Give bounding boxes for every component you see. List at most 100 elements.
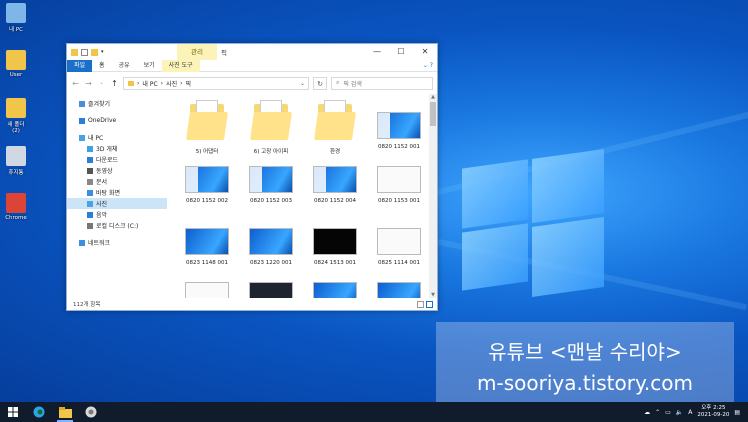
navigation-pane: 즐겨찾기 OneDrive 내 PC 3D 개체다운로드 동영상 문서 바탕 화면사진 음악 로… [67, 94, 167, 298]
scroll-thumb[interactable] [430, 102, 436, 126]
details-view-icon[interactable] [417, 301, 424, 308]
video-icon [87, 167, 93, 174]
desktop-icon-label: Chrome [5, 215, 27, 221]
scroll-up-icon[interactable]: ▲ [429, 94, 437, 100]
folder-item[interactable]: 6) 고장 아이피 [243, 100, 299, 155]
file-explorer-window[interactable]: ▾ 관리 픽 — ☐ ✕ 파일 홈 공유 보기 사진 도구 ⌄ ? ← → ⌄ … [66, 43, 438, 311]
close-button[interactable]: ✕ [413, 44, 437, 60]
nav-item-label: 즐겨찾기 [88, 101, 111, 108]
folder-icon [250, 100, 292, 142]
network-icon[interactable]: ▭ [665, 409, 671, 416]
search-icon: ⌕ [336, 79, 340, 86]
back-icon[interactable]: ← [71, 79, 80, 88]
large-icons-view-icon[interactable] [426, 301, 433, 308]
chevron-down-icon[interactable]: ⌄ [300, 80, 305, 87]
address-bar[interactable]: › 내 PC › 사진 › 픽 ⌄ [123, 76, 309, 90]
chevron-down-icon[interactable]: ▾ [101, 49, 106, 56]
image-item[interactable] [179, 282, 235, 298]
nav-item[interactable]: 내 PC [67, 132, 167, 143]
image-thumbnail [249, 282, 293, 298]
tab-picture-tools[interactable]: 사진 도구 [161, 59, 200, 72]
quick-access-toolbar: ▾ [71, 48, 106, 56]
tab-file[interactable]: 파일 [67, 59, 93, 72]
nav-item[interactable]: 로컬 디스크 (C:) [67, 220, 167, 231]
up-icon[interactable]: ↑ [110, 79, 119, 88]
show-hidden-icons[interactable]: ⌃ [655, 409, 660, 416]
windows-logo [462, 148, 604, 298]
new-folder-icon[interactable] [91, 48, 98, 56]
refresh-icon[interactable]: ↻ [313, 76, 327, 90]
notification-icon[interactable]: ▤ [734, 409, 740, 416]
breadcrumb-pictures[interactable]: 사진 [166, 79, 177, 88]
image-item[interactable] [307, 282, 363, 298]
volume-icon[interactable]: 🔈 [676, 409, 683, 416]
recent-chevron-icon[interactable]: ⌄ [97, 80, 106, 86]
nav-item[interactable]: 사진 [67, 198, 167, 209]
file-explorer-icon [58, 406, 72, 418]
item-label: 5) 어댑터 [195, 149, 219, 155]
taskbar-file-explorer[interactable] [52, 402, 78, 422]
desktop-icon[interactable]: 내 PC [3, 3, 29, 33]
nav-item[interactable]: 3D 개체 [67, 143, 167, 154]
folder-item[interactable]: 환경 [307, 100, 363, 155]
item-label: 환경 [329, 149, 341, 155]
image-item[interactable]: 0823 1148 001 [179, 228, 235, 266]
nav-item[interactable]: 다운로드 [67, 154, 167, 165]
nav-item[interactable]: 문서 [67, 176, 167, 187]
desktop-icon[interactable]: Chrome [3, 193, 29, 221]
taskbar-app[interactable] [78, 402, 104, 422]
desktop-icon[interactable]: User [3, 50, 29, 78]
maximize-button[interactable]: ☐ [389, 44, 413, 60]
start-button[interactable] [0, 402, 26, 422]
nav-item[interactable]: 네트워크 [67, 237, 167, 248]
nav-item[interactable]: 바탕 화면 [67, 187, 167, 198]
breadcrumb-pc[interactable]: 내 PC [142, 79, 157, 88]
desktop-icon[interactable]: 휴지통 [3, 146, 29, 176]
vertical-scrollbar[interactable]: ▲ ▼ [429, 94, 437, 298]
image-item[interactable] [243, 282, 299, 298]
image-item[interactable]: 0820 1152 001 [371, 100, 427, 150]
breadcrumb-pick[interactable]: 픽 [186, 79, 192, 88]
image-thumbnail [185, 166, 229, 193]
image-item[interactable]: 0825 1114 001 [371, 228, 427, 266]
nav-item-label: 사진 [96, 201, 108, 208]
folder-icon[interactable] [71, 48, 78, 56]
nav-item[interactable]: OneDrive [67, 115, 167, 126]
tab-share[interactable]: 공유 [112, 60, 137, 72]
breadcrumb-separator: › [137, 79, 140, 87]
image-item[interactable]: 0820 1152 004 [307, 166, 363, 204]
image-item[interactable]: 0820 1152 002 [179, 166, 235, 204]
tab-view[interactable]: 보기 [137, 60, 162, 72]
image-thumbnail [377, 166, 421, 193]
nav-item-label: 내 PC [88, 135, 104, 142]
status-item-count: 112개 항목 [73, 302, 101, 308]
desktop-icon-glyph [6, 193, 26, 213]
nav-item[interactable]: 즐겨찾기 [67, 98, 167, 109]
folder-item[interactable]: 5) 어댑터 [179, 100, 235, 155]
minimize-button[interactable]: — [365, 44, 389, 60]
taskbar-edge[interactable] [26, 402, 52, 422]
scroll-down-icon[interactable]: ▼ [429, 292, 437, 298]
desktop-icon[interactable]: 새 폴더 (2) [3, 98, 29, 134]
ime-indicator[interactable]: A [688, 409, 692, 416]
expand-ribbon-icon[interactable]: ⌄ ? [423, 62, 433, 69]
nav-item[interactable]: 동영상 [67, 165, 167, 176]
properties-icon[interactable] [81, 48, 88, 56]
image-item[interactable]: 0824 1513 001 [307, 228, 363, 266]
image-item[interactable]: 0820 1153 001 [371, 166, 427, 204]
desktop-icon-label: 새 폴더 (2) [7, 122, 25, 134]
item-label: 0820 1152 001 [378, 144, 420, 150]
search-box[interactable]: ⌕ 픽 검색 [331, 76, 433, 90]
weather-cloud-icon[interactable]: ☁ [644, 409, 650, 416]
nav-item-label: 다운로드 [96, 157, 119, 164]
image-item[interactable]: 0820 1152 003 [243, 166, 299, 204]
nav-item[interactable]: 음악 [67, 209, 167, 220]
image-item[interactable]: 0823 1220 001 [243, 228, 299, 266]
context-tab-manage[interactable]: 관리 [177, 44, 217, 60]
edge-icon [33, 406, 45, 418]
image-item[interactable] [371, 282, 427, 298]
title-bar[interactable]: ▾ 관리 픽 — ☐ ✕ [67, 44, 437, 60]
tab-home[interactable]: 홈 [92, 60, 112, 72]
clock[interactable]: 오후 2:25 2021-09-20 [697, 405, 729, 419]
forward-icon[interactable]: → [84, 79, 93, 88]
